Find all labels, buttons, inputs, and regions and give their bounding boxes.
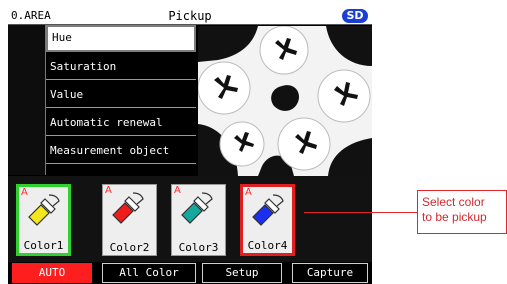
title-bar: 0.AREA Pickup SD — [8, 8, 372, 25]
camera-preview — [198, 26, 372, 176]
color4-button[interactable]: A Color4 — [240, 184, 295, 256]
preview-image — [198, 26, 372, 176]
color3-label: Color3 — [178, 241, 219, 254]
menu-item-measurement-object[interactable]: Measurement object — [46, 137, 196, 164]
callout-note: Select color to be pickup — [417, 190, 507, 234]
menu-item-value[interactable]: Value — [46, 81, 196, 108]
color3-button[interactable]: A Color3 — [171, 184, 226, 256]
eyedropper-icon — [252, 194, 284, 226]
tab-setup[interactable]: Setup — [202, 263, 282, 283]
tab-all-color[interactable]: All Color — [102, 263, 196, 283]
tab-auto[interactable]: AUTO — [12, 263, 92, 283]
color1-button[interactable]: A Color1 — [16, 184, 71, 256]
color2-label: Color2 — [109, 241, 150, 254]
eyedropper-icon — [181, 192, 213, 224]
menu-gutter — [8, 25, 46, 175]
color-selector-row: A Color1 A Color2 A Color3 A Color4 — [8, 176, 372, 262]
screen-title: Pickup — [168, 9, 212, 23]
color1-label: Color1 — [23, 239, 64, 252]
color2-button[interactable]: A Color2 — [102, 184, 157, 256]
callout-line1: Select color — [422, 195, 485, 209]
bottom-tab-bar: AUTO All Color Setup Capture — [8, 262, 372, 284]
eyedropper-icon — [28, 194, 60, 226]
menu-item-saturation[interactable]: Saturation — [46, 53, 196, 80]
callout-line2: to be pickup — [422, 210, 487, 224]
device-screen: 0.AREA Pickup SD Hue Saturation Value Au… — [8, 8, 372, 284]
settings-menu: Hue Saturation Value Automatic renewal M… — [8, 25, 196, 175]
sd-card-badge: SD — [342, 9, 368, 23]
tab-capture[interactable]: Capture — [292, 263, 368, 283]
menu-item-automatic-renewal[interactable]: Automatic renewal — [46, 109, 196, 136]
menu-item-hue[interactable]: Hue — [46, 25, 196, 52]
callout-line — [304, 212, 417, 213]
eyedropper-icon — [112, 192, 144, 224]
color4-label: Color4 — [247, 239, 288, 252]
